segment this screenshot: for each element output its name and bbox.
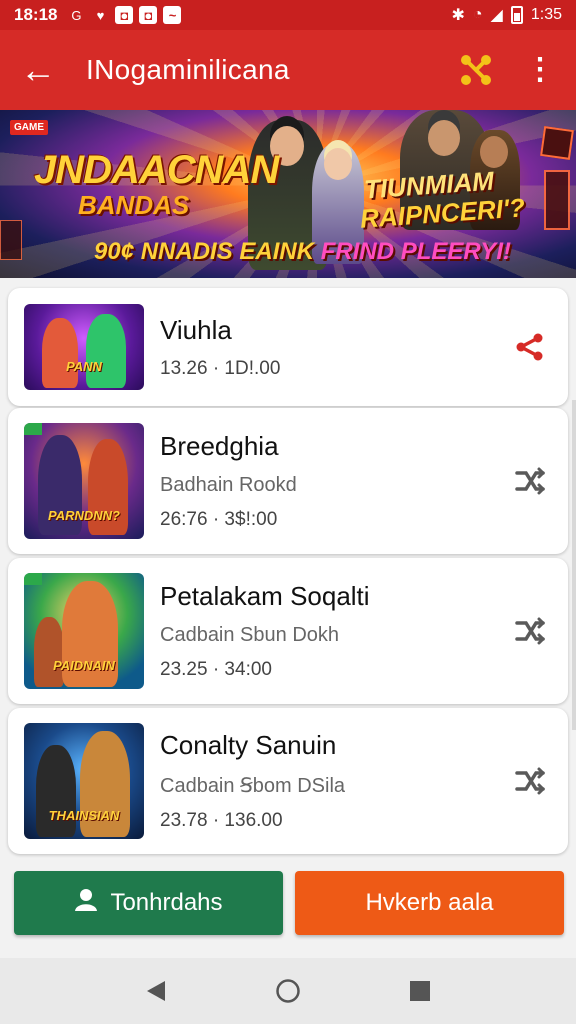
share-icon[interactable] [456, 50, 496, 90]
list-item[interactable]: THAINSIAN Conalty Sanuin Cadbain Ꞩbom DS… [8, 708, 568, 854]
pulse-notification-icon: ~ [163, 6, 182, 24]
item-subtitle: Badhain Rookd [160, 474, 297, 496]
back-arrow-icon[interactable]: ← [16, 48, 60, 92]
banner-tagline-a: 90¢ NNADIS EAINK [94, 238, 321, 265]
item-meta: 23.25 · 34:00 [160, 659, 272, 680]
bluetooth-icon: ✱ [451, 7, 465, 24]
app-notification-icon: ◘ [115, 6, 134, 24]
home-icon[interactable] [268, 971, 308, 1011]
battery-icon [510, 6, 523, 24]
primary-action-button[interactable]: Tonhrdahs [14, 871, 283, 935]
banner-decoration [540, 126, 574, 160]
game-thumbnail: THAINSIAN [24, 723, 144, 839]
item-name: Petalakam Soqalti [160, 581, 370, 611]
banner-decoration [544, 170, 570, 230]
thumbnail-character [36, 745, 76, 837]
list-item[interactable]: PANN Viuhla 13.26 · 1D!.00 [8, 288, 568, 406]
thumbnail-character [34, 617, 64, 687]
thumbnail-caption: PARNDNN? [48, 508, 120, 523]
status-bar: 18:18 G ♥ ◘ ◘ ~ ✱ ◔ ◢ 1:35 [0, 0, 576, 30]
primary-action-label: Tonhrdahs [110, 889, 223, 916]
signal-icon: ◢ [490, 7, 503, 24]
more-options-icon[interactable]: ⋮ [520, 50, 560, 90]
status-notification-icons: G ♥ ◘ ◘ ~ [67, 6, 182, 24]
game-thumbnail: PAIDNAIN [24, 573, 144, 689]
status-time: 18:18 [14, 5, 58, 24]
person-icon [74, 888, 100, 918]
list-item[interactable]: PARNDNN? Breedghia Badhain Rookd 26:76 ·… [8, 408, 568, 554]
action-buttons: Tonhrdahs Hvkerb aala [14, 871, 564, 935]
item-meta: 23.78 · 136.00 [160, 810, 283, 831]
item-name: Conalty Sanuin [160, 730, 337, 760]
share-icon[interactable] [508, 459, 552, 503]
secondary-action-label: Hvkerb aala [365, 889, 494, 916]
banner-tagline-b: FRIND PLEERYI! [320, 238, 511, 265]
banner-tag: GAME [10, 120, 48, 135]
scrollbar[interactable] [572, 400, 576, 730]
item-subtitle: Cadbain Ꞩbom DSila [160, 775, 346, 797]
item-meta: 26:76 · 3$!:00 [160, 509, 278, 530]
app-notification-icon-2: ◘ [139, 6, 158, 24]
hero-banner[interactable]: GAME JNDAACNAN BANDAS TIUNMIAM RAIPNCERI… [0, 110, 576, 278]
banner-title: JNDAACNAN [34, 148, 279, 192]
heart-notification-icon: ♥ [96, 7, 105, 23]
page-title: INogaminilicana [86, 54, 290, 85]
secondary-action-button[interactable]: Hvkerb aala [295, 871, 564, 935]
status-right-time: 1:35 [530, 6, 562, 23]
banner-tagline: 90¢ NNADIS EAINK FRIND PLEERYI! [94, 238, 511, 266]
banner-decoration [0, 220, 22, 260]
item-name: Viuhla [160, 314, 232, 345]
system-nav-bar [0, 958, 576, 1024]
app-bar: ← INogaminilicana ⋮ [0, 30, 576, 110]
list-item[interactable]: PAIDNAIN Petalakam Soqalti Cadbain Sbun … [8, 558, 568, 704]
item-meta: 13.26 · 1D!.00 [160, 357, 281, 379]
recents-icon[interactable] [400, 971, 440, 1011]
share-icon[interactable] [508, 609, 552, 653]
thumbnail-character [42, 318, 78, 388]
share-icon[interactable] [508, 759, 552, 803]
thumbnail-badge [24, 573, 42, 585]
thumbnail-caption: THAINSIAN [48, 808, 120, 823]
wifi-icon: ◔ [472, 6, 483, 23]
banner-subtitle: BANDAS [78, 190, 190, 220]
thumbnail-caption: PAIDNAIN [53, 658, 115, 673]
thumbnail-badge [24, 423, 42, 435]
item-subtitle: Cadbain Sbun Dokh [160, 624, 340, 646]
share-icon[interactable] [508, 325, 552, 369]
status-system-icons: ✱ ◔ ◢ 1:35 [451, 5, 562, 25]
item-name: Breedghia [160, 431, 279, 461]
game-thumbnail: PANN [24, 304, 144, 390]
thumbnail-character [86, 314, 126, 388]
thumbnail-caption: PANN [66, 359, 102, 374]
game-thumbnail: PARNDNN? [24, 423, 144, 539]
back-icon[interactable] [136, 971, 176, 1011]
google-icon: G [71, 7, 82, 23]
